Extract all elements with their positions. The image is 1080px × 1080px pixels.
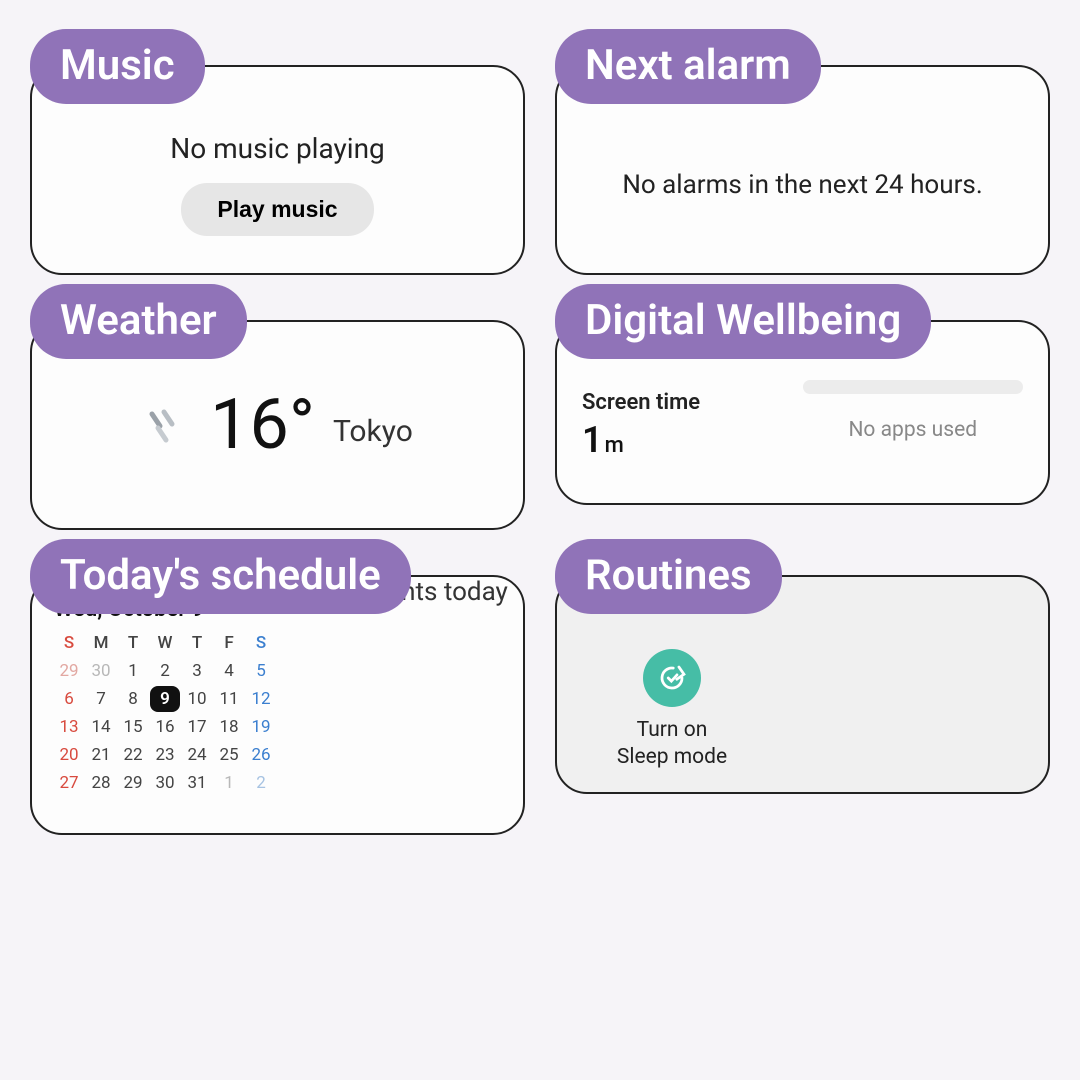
calendar-day[interactable]: 19 bbox=[246, 714, 276, 740]
calendar-day[interactable]: 8 bbox=[118, 686, 148, 712]
widget-grid: Music No music playing Play music Next a… bbox=[0, 0, 1080, 865]
weather-city: Tokyo bbox=[333, 414, 413, 449]
music-title-pill: Music bbox=[30, 29, 205, 104]
calendar-day[interactable]: 29 bbox=[54, 658, 84, 684]
routine-sleep-mode[interactable]: Turn on Sleep mode bbox=[587, 649, 757, 772]
calendar-day[interactable]: 27 bbox=[54, 770, 84, 796]
calendar-weekday-header: F bbox=[214, 630, 244, 656]
wellbeing-right: No apps used bbox=[803, 390, 1024, 442]
calendar-day[interactable]: 22 bbox=[118, 742, 148, 768]
wellbeing-widget: Digital Wellbeing Screen time 1m No apps… bbox=[555, 320, 1050, 530]
calendar-weekday-header: S bbox=[54, 630, 84, 656]
calendar-day[interactable]: 13 bbox=[54, 714, 84, 740]
no-apps-text: No apps used bbox=[848, 418, 977, 442]
calendar-day[interactable]: 11 bbox=[214, 686, 244, 712]
screen-time-number: 1 bbox=[582, 419, 603, 461]
alarm-widget: Next alarm No alarms in the next 24 hour… bbox=[555, 65, 1050, 275]
calendar-day[interactable]: 14 bbox=[86, 714, 116, 740]
screen-time-value: 1m bbox=[582, 419, 803, 461]
routine-label-line2: Sleep mode bbox=[617, 745, 727, 769]
calendar-day[interactable]: 30 bbox=[86, 658, 116, 684]
calendar-day[interactable]: 5 bbox=[246, 658, 276, 684]
calendar-day[interactable]: 10 bbox=[182, 686, 212, 712]
wellbeing-left: Screen time 1m bbox=[582, 390, 803, 461]
schedule-widget: Today's schedule Wed, October 9 SMTWTFS2… bbox=[30, 575, 525, 835]
calendar-weekday-header: M bbox=[86, 630, 116, 656]
calendar-day[interactable]: 6 bbox=[54, 686, 84, 712]
calendar-day[interactable]: 24 bbox=[182, 742, 212, 768]
calendar-day[interactable]: 21 bbox=[86, 742, 116, 768]
calendar-day[interactable]: 2 bbox=[246, 770, 276, 796]
alarm-title-pill: Next alarm bbox=[555, 29, 821, 104]
music-status-text: No music playing bbox=[170, 132, 385, 165]
calendar-day[interactable]: 7 bbox=[86, 686, 116, 712]
routines-widget: Routines Turn on Sleep mode bbox=[555, 575, 1050, 835]
calendar-day-today[interactable]: 9 bbox=[150, 686, 180, 712]
weather-widget: Weather 16° Tokyo bbox=[30, 320, 525, 530]
routines-title-pill: Routines bbox=[555, 539, 782, 614]
calendar-day[interactable]: 1 bbox=[118, 658, 148, 684]
wellbeing-title-pill: Digital Wellbeing bbox=[555, 284, 931, 359]
calendar-day[interactable]: 30 bbox=[150, 770, 180, 796]
calendar-day[interactable]: 31 bbox=[182, 770, 212, 796]
calendar-weekday-header: S bbox=[246, 630, 276, 656]
calendar-day[interactable]: 4 bbox=[214, 658, 244, 684]
calendar-day[interactable]: 23 bbox=[150, 742, 180, 768]
calendar-day[interactable]: 26 bbox=[246, 742, 276, 768]
sleep-mode-icon bbox=[643, 649, 701, 707]
schedule-card[interactable]: Wed, October 9 SMTWTFS293012345678910111… bbox=[30, 575, 525, 835]
calendar-grid[interactable]: SMTWTFS293012345678910111213141516171819… bbox=[54, 630, 292, 796]
calendar-day[interactable]: 17 bbox=[182, 714, 212, 740]
calendar-weekday-header: W bbox=[150, 630, 180, 656]
weather-title-pill: Weather bbox=[30, 284, 247, 359]
rain-icon bbox=[142, 400, 192, 450]
calendar-day[interactable]: 25 bbox=[214, 742, 244, 768]
calendar-day[interactable]: 1 bbox=[214, 770, 244, 796]
calendar-weekday-header: T bbox=[118, 630, 148, 656]
play-music-button[interactable]: Play music bbox=[181, 183, 373, 236]
screen-time-label: Screen time bbox=[582, 390, 803, 415]
calendar-day[interactable]: 3 bbox=[182, 658, 212, 684]
calendar-day[interactable]: 28 bbox=[86, 770, 116, 796]
routine-label-line1: Turn on bbox=[637, 718, 708, 742]
calendar-day[interactable]: 29 bbox=[118, 770, 148, 796]
calendar-weekday-header: T bbox=[182, 630, 212, 656]
calendar-day[interactable]: 2 bbox=[150, 658, 180, 684]
music-widget: Music No music playing Play music bbox=[30, 65, 525, 275]
usage-bar bbox=[803, 380, 1024, 394]
calendar-day[interactable]: 18 bbox=[214, 714, 244, 740]
calendar-day[interactable]: 15 bbox=[118, 714, 148, 740]
calendar-day[interactable]: 20 bbox=[54, 742, 84, 768]
calendar-day[interactable]: 12 bbox=[246, 686, 276, 712]
calendar-day[interactable]: 16 bbox=[150, 714, 180, 740]
weather-temperature: 16° bbox=[210, 384, 315, 466]
alarm-message: No alarms in the next 24 hours. bbox=[622, 170, 982, 200]
routine-label: Turn on Sleep mode bbox=[617, 717, 727, 772]
schedule-title-pill: Today's schedule bbox=[30, 539, 411, 614]
screen-time-unit: m bbox=[605, 433, 624, 458]
